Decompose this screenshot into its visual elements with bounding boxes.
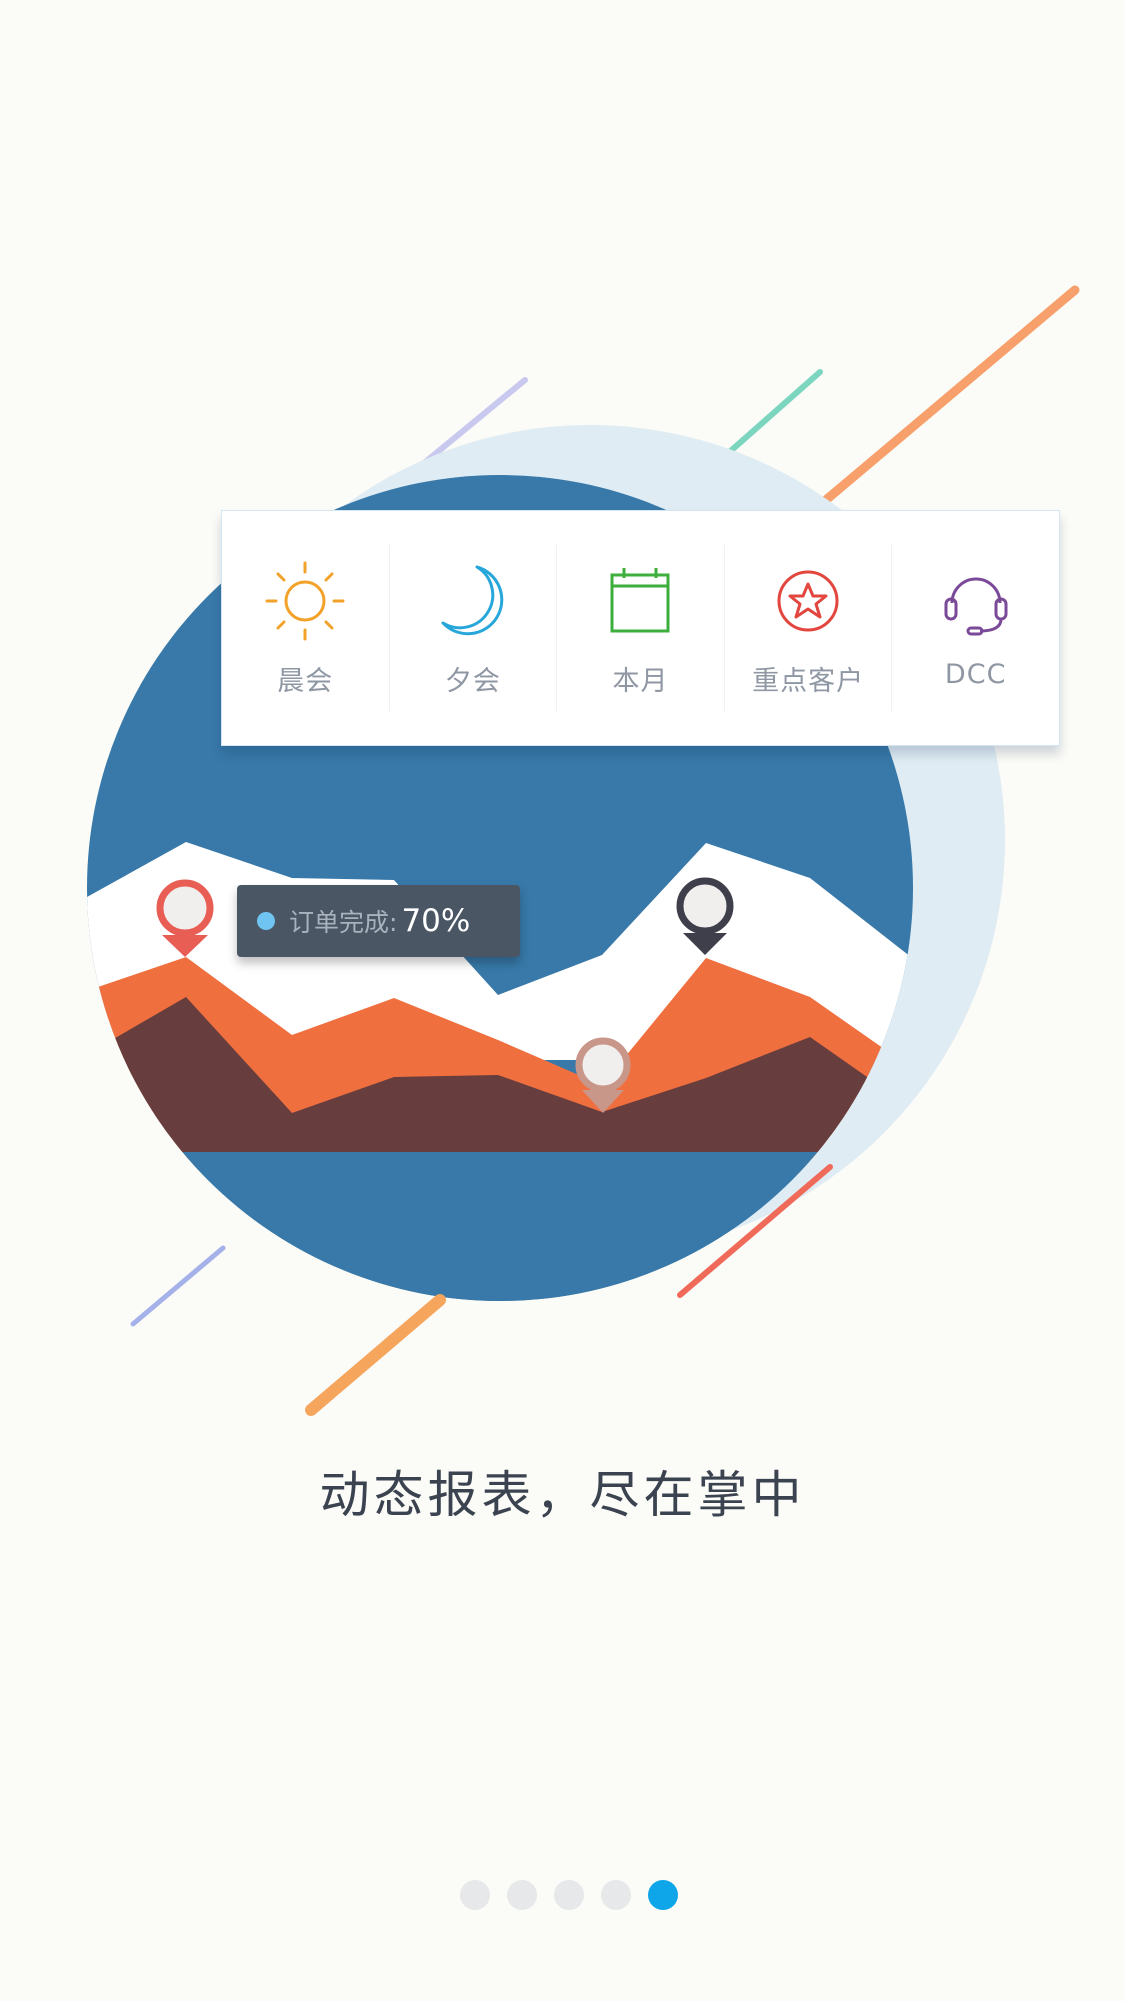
sun-icon <box>265 561 345 641</box>
pager-dot[interactable] <box>460 1880 490 1910</box>
report-illustration <box>87 285 1080 1416</box>
quick-menu-card: 晨会 夕会 本月 重点客户 DCC <box>221 510 1060 746</box>
calendar-icon <box>610 568 670 633</box>
pager-dot[interactable] <box>601 1880 631 1910</box>
pager-dot-active[interactable] <box>648 1880 678 1910</box>
pager-dot[interactable] <box>554 1880 584 1910</box>
moon-icon <box>441 565 504 636</box>
page-indicator <box>460 1880 678 1910</box>
quick-item-label: 本月 <box>612 666 669 697</box>
tooltip-dot-icon <box>257 912 275 930</box>
streak-decoration <box>815 285 1080 510</box>
headset-icon <box>944 577 1008 636</box>
pager-dot[interactable] <box>507 1880 537 1910</box>
order-completion-tooltip: 订单完成: 70% <box>237 885 520 957</box>
star-circle-icon <box>777 570 839 632</box>
onboarding-page: 晨会 夕会 本月 重点客户 DCC 订单完成: 70% 动态报表，尽在掌中 <box>0 0 1125 2001</box>
quick-item-dcc[interactable]: DCC <box>892 545 1059 711</box>
tagline: 动态报表，尽在掌中 <box>319 1466 806 1524</box>
quick-item-this-month[interactable]: 本月 <box>557 545 725 711</box>
streak-decoration <box>305 1294 446 1416</box>
tooltip-value: 70% <box>401 903 471 939</box>
quick-item-label: 晨会 <box>277 666 334 697</box>
quick-item-label: 夕会 <box>444 666 501 697</box>
streak-decoration <box>130 1245 226 1327</box>
quick-item-key-customers[interactable]: 重点客户 <box>725 545 893 711</box>
quick-item-evening-meeting[interactable]: 夕会 <box>390 545 558 711</box>
quick-item-label: DCC <box>944 659 1007 690</box>
tooltip-label: 订单完成: <box>289 908 398 937</box>
quick-item-label: 重点客户 <box>752 666 865 697</box>
quick-item-morning-meeting[interactable]: 晨会 <box>222 545 390 711</box>
